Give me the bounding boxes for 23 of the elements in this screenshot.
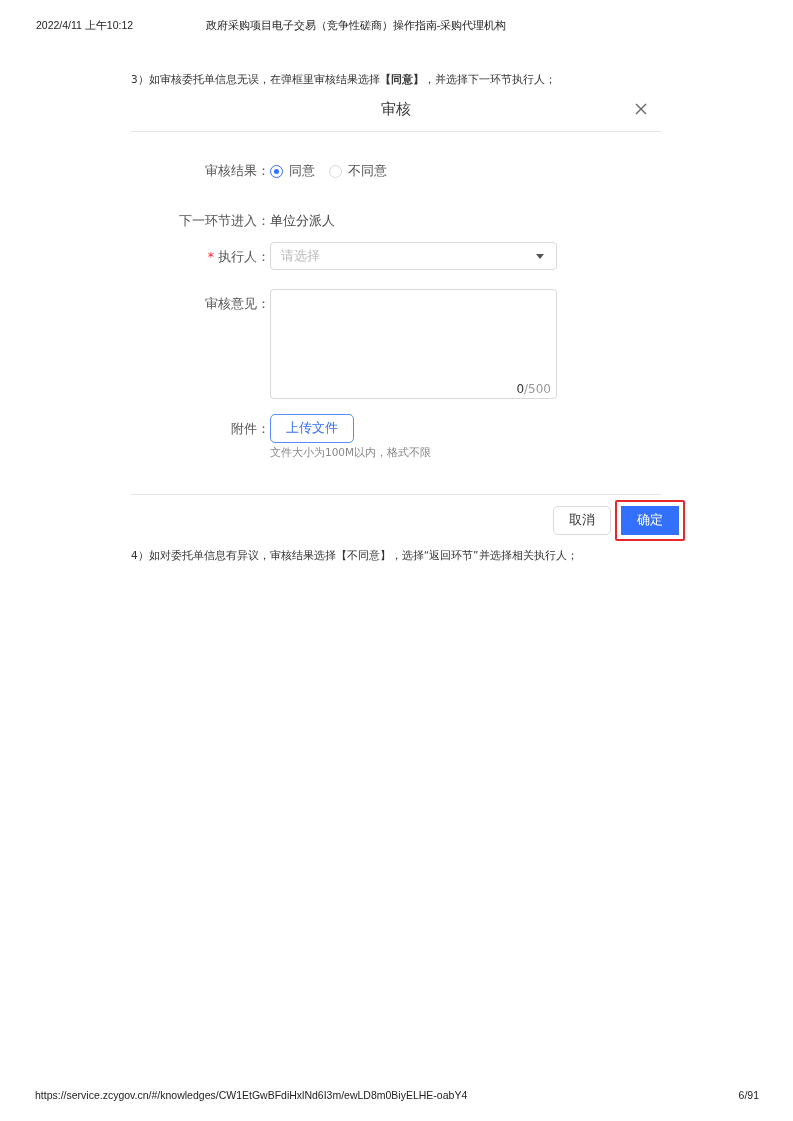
field-label: 附件： [230, 420, 270, 438]
document-title: 政府采购项目电子交易（竞争性磋商）操作指南-采购代理机构 [205, 19, 507, 33]
radio-option[interactable]: 同意 [270, 156, 315, 186]
field-label: 执行人： [218, 248, 270, 266]
page-number: 6/91 [738, 1089, 759, 1101]
required-mark: * [207, 248, 214, 266]
field-label: 审核结果： [204, 162, 270, 180]
field-label: 下一环节进入： [178, 212, 270, 230]
step-instruction: 4）如对委托单信息有异议，审核结果选择【不同意】，选择“返回环节”并选择相关执行人； [131, 549, 579, 563]
dialog-title: 审核 [381, 100, 411, 118]
comment-textarea[interactable]: 0/500 [270, 289, 557, 399]
upload-button[interactable]: 上传文件 [270, 414, 354, 443]
step-instruction: 3）如审核委托单信息无误，在弹框里审核结果选择【同意】，并选择下一环节执行人； [131, 73, 557, 87]
page-url: https://service.zcygov.cn/#/knowledges/CW1EtGwBFdiHxlNd6I3m/ewLD8m0BiyELHE-oabY4 [35, 1089, 468, 1101]
field-label: 审核意见： [204, 295, 270, 313]
caret-icon [536, 253, 544, 259]
print-datetime: 2022/4/11 上午10:12 [36, 19, 134, 33]
radio-option[interactable]: 不同意 [329, 156, 387, 186]
field-value: 单位分派人 [270, 212, 335, 230]
confirm-button[interactable]: 确定 [615, 500, 685, 541]
upload-hint: 文件大小为100M以内，格式不限 [270, 446, 432, 460]
cancel-button[interactable]: 取消 [553, 506, 611, 535]
close-icon[interactable] [635, 103, 647, 115]
